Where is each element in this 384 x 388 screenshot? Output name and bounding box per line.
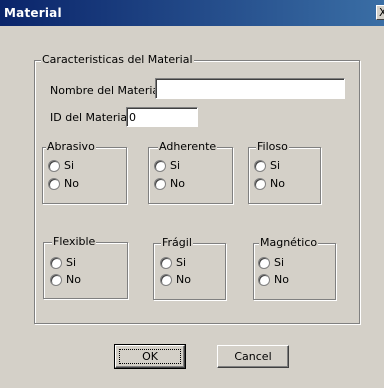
- radio-label: No: [64, 177, 79, 190]
- radio-icon: [50, 257, 62, 269]
- abrasivo-legend: Abrasivo: [46, 140, 96, 154]
- title-bar[interactable]: Material X: [0, 0, 384, 26]
- flexible-group: Flexible: [43, 235, 128, 299]
- radio-label: No: [66, 273, 81, 286]
- radio-icon: [258, 257, 270, 269]
- flexible-legend: Flexible: [52, 235, 97, 249]
- fragil-legend: Frágil: [161, 236, 193, 250]
- magnetico-group: Magnético: [253, 236, 336, 300]
- filoso-legend: Filoso: [256, 140, 289, 154]
- radio-icon: [160, 257, 172, 269]
- radio-label: Si: [176, 256, 187, 269]
- radio-label: No: [270, 177, 285, 190]
- abrasivo-group: Abrasivo: [42, 140, 127, 204]
- radio-icon: [258, 274, 270, 286]
- radio-icon: [154, 160, 166, 172]
- group-legend: Caracteristicas del Material: [41, 53, 194, 67]
- ok-button[interactable]: OK: [114, 344, 186, 369]
- adherente-group: Adherente: [148, 140, 233, 204]
- radio-label: Si: [66, 256, 77, 269]
- filoso-group: Filoso: [248, 140, 321, 204]
- radio-label: Si: [170, 159, 181, 172]
- radio-icon: [160, 274, 172, 286]
- radio-icon: [50, 274, 62, 286]
- radio-label: No: [274, 273, 289, 286]
- radio-label: Si: [64, 159, 75, 172]
- radio-label: Si: [270, 159, 281, 172]
- radio-icon: [254, 178, 266, 190]
- radio-icon: [154, 178, 166, 190]
- material-name-label: Nombre del Material:: [50, 84, 166, 97]
- radio-label: Si: [274, 256, 285, 269]
- material-id-label: ID del Material:: [50, 111, 134, 124]
- radio-icon: [254, 160, 266, 172]
- radio-label: No: [176, 273, 191, 286]
- cancel-label: Cancel: [234, 350, 272, 363]
- adherente-legend: Adherente: [158, 140, 218, 154]
- close-button[interactable]: X: [376, 5, 384, 20]
- radio-icon: [48, 178, 60, 190]
- fragil-group: Frágil: [153, 236, 226, 300]
- radio-label: No: [170, 177, 185, 190]
- material-id-input[interactable]: [126, 107, 198, 127]
- material-name-input[interactable]: [155, 78, 345, 99]
- close-icon: X: [379, 6, 384, 19]
- radio-icon: [48, 160, 60, 172]
- focus-rect: [119, 349, 181, 364]
- window-title: Material: [4, 6, 62, 20]
- magnetico-legend: Magnético: [259, 236, 319, 250]
- cancel-button[interactable]: Cancel: [217, 345, 289, 368]
